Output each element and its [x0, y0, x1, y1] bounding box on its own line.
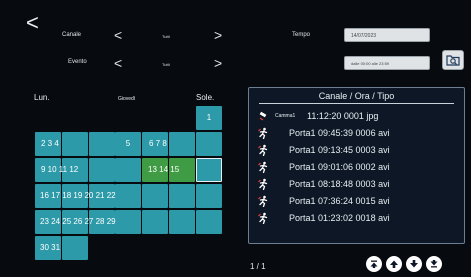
calendar-day-cell[interactable] — [142, 210, 169, 234]
calendar-day-cell[interactable] — [61, 236, 88, 260]
prev-page-icon — [390, 260, 398, 268]
calendar-day-cell[interactable] — [88, 158, 115, 182]
calendar-day-cell[interactable] — [195, 184, 222, 208]
list-item-text: Porta1 09:13:45 0003 avi — [289, 145, 390, 155]
calendar-day-cell[interactable] — [115, 158, 142, 182]
recording-list-panel: Canale / Ora / Tipo Camma1 11:12:20 0001… — [248, 87, 465, 244]
calendar-day-cell[interactable] — [88, 132, 115, 156]
next-page-button[interactable] — [406, 256, 422, 272]
list-item-text: Porta1 08:18:48 0003 avi — [289, 179, 390, 189]
calendar-header-thursday: Giovedì — [118, 96, 136, 102]
calendar-day-cell[interactable] — [169, 132, 195, 156]
door-alarm-icon — [257, 127, 268, 139]
first-page-icon — [370, 260, 378, 268]
day-label: 5 — [125, 139, 131, 148]
search-folder-icon — [446, 55, 460, 66]
calendar-day-cell[interactable] — [169, 210, 195, 234]
list-divider — [259, 103, 454, 104]
list-item[interactable]: Camma1 11:12:20 0001 jpg — [255, 110, 460, 122]
event-prev-arrow-icon[interactable]: < — [114, 56, 122, 70]
list-item-text: Porta1 09:01:06 0002 avi — [289, 162, 390, 172]
list-item-text: Porta1 01:23:02 0018 avi — [289, 213, 390, 223]
search-button[interactable] — [442, 50, 464, 70]
list-item-text: 11:12:20 0001 jpg — [307, 111, 379, 121]
door-alarm-icon — [257, 161, 268, 173]
list-item-text: Porta1 09:45:39 0006 avi — [289, 128, 390, 138]
list-item-text: Porta1 07:36:24 0015 avi — [289, 196, 390, 206]
next-page-icon — [410, 260, 418, 268]
list-item[interactable]: Porta1 09:45:39 0006 avi — [255, 127, 460, 139]
calendar-day-cell[interactable] — [195, 132, 222, 156]
day-label: 6 7 8 — [149, 139, 167, 148]
calendar-day-cell[interactable] — [169, 184, 195, 208]
last-page-icon — [430, 260, 438, 268]
calendar-header-monday: Lun. — [34, 93, 50, 102]
list-item[interactable]: Porta1 07:36:24 0015 avi — [255, 195, 460, 207]
day-label: 16 17 18 19 20 21 22 — [40, 191, 116, 200]
list-title: Canale / Ora / Tipo — [318, 91, 395, 101]
channel-value: Tutti — [162, 34, 170, 39]
list-item[interactable]: Porta1 09:13:45 0003 avi — [255, 144, 460, 156]
calendar-day-cell[interactable] — [195, 158, 222, 182]
page-indicator: 1 / 1 — [250, 262, 266, 271]
camera-icon — [259, 111, 267, 121]
event-label: Evento — [68, 59, 87, 65]
back-chevron-icon[interactable]: < — [26, 12, 39, 34]
calendar-day-cell[interactable] — [115, 184, 142, 208]
day-label: 9 10 11 12 — [41, 165, 79, 174]
channel-next-arrow-icon[interactable]: > — [214, 28, 222, 42]
list-item[interactable]: Porta1 01:23:02 0018 avi — [255, 212, 460, 224]
date-field[interactable]: 14/07/2023 — [344, 28, 430, 42]
day-label: 23 24 25 26 27 28 29 — [40, 217, 116, 226]
day-label: 1 — [206, 113, 212, 122]
event-next-arrow-icon[interactable]: > — [214, 56, 222, 70]
list-item[interactable]: Porta1 09:01:06 0002 avi — [255, 161, 460, 173]
calendar-day-cell[interactable] — [115, 210, 142, 234]
last-page-button[interactable] — [426, 256, 442, 272]
channel-prev-arrow-icon[interactable]: < — [114, 28, 122, 42]
calendar-day-cell[interactable] — [61, 132, 88, 156]
calendar-day-cell[interactable] — [142, 184, 169, 208]
prev-page-button[interactable] — [386, 256, 402, 272]
day-label: 13 14 15 — [148, 165, 180, 174]
event-value: Tutti — [162, 62, 170, 67]
door-alarm-icon — [257, 178, 268, 190]
day-label: 2 3 4 — [41, 139, 59, 148]
channel-label: Canale — [62, 32, 82, 38]
list-item[interactable]: Porta1 08:18:48 0003 avi — [255, 178, 460, 190]
time-label: Tempo — [292, 32, 311, 38]
camera-label: Camma1 — [275, 113, 296, 119]
door-alarm-icon — [257, 212, 268, 224]
day-label: 30 31 — [40, 243, 61, 252]
first-page-button[interactable] — [366, 256, 382, 272]
calendar-day-cell[interactable] — [195, 210, 222, 234]
door-alarm-icon — [257, 195, 268, 207]
calendar-header-sunday: Sole. — [196, 93, 215, 102]
time-range-field[interactable]: dalle 00:00 alle 23:59 — [344, 56, 430, 70]
door-alarm-icon — [257, 144, 268, 156]
